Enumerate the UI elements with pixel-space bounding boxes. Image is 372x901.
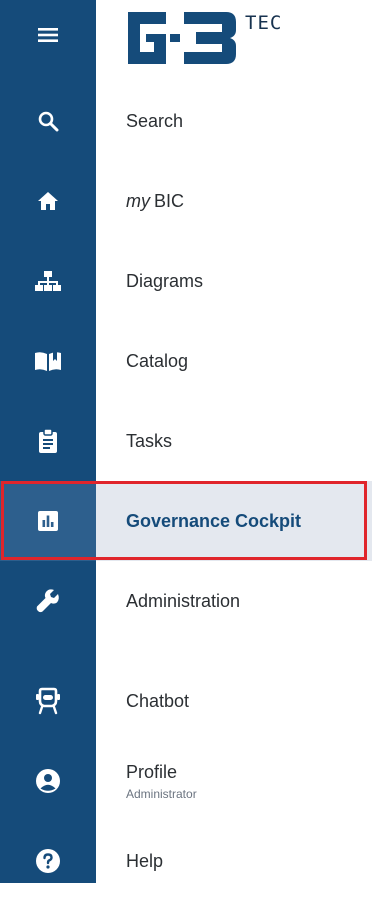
nav-icon-cell	[0, 161, 96, 241]
hamburger-icon	[38, 28, 58, 42]
nav-icon-cell	[0, 321, 96, 401]
brand-text: TEC	[245, 12, 283, 34]
nav-icon-cell	[0, 481, 96, 561]
nav-label: Administration	[126, 590, 241, 611]
nav-icon-cell	[0, 561, 96, 641]
wrench-icon	[36, 589, 59, 613]
nav-label: Tasks	[126, 430, 173, 451]
nav-item-chatbot[interactable]: Chatbot	[0, 661, 372, 741]
nav-label-prefix: my	[126, 190, 150, 211]
nav-icon-cell	[0, 821, 96, 901]
nav-label: Diagrams	[126, 270, 204, 291]
nav-item-search[interactable]: Search	[0, 81, 372, 161]
nav-item-tasks[interactable]: Tasks	[0, 401, 372, 481]
nav-icon-cell	[0, 81, 96, 161]
clipboard-icon	[39, 428, 57, 453]
profile-role: Administrator	[126, 786, 197, 801]
nav-item-help[interactable]: Help	[0, 821, 372, 901]
nav-label: Chatbot	[126, 690, 190, 711]
user-circle-icon	[36, 769, 60, 793]
nav-icon-cell	[0, 401, 96, 481]
nav-label: Governance Cockpit	[126, 510, 302, 531]
hamburger-button[interactable]	[0, 0, 96, 70]
nav-item-profile[interactable]: Profile Administrator	[0, 741, 372, 821]
nav-label: my BIC	[126, 161, 184, 241]
chart-box-icon	[38, 511, 58, 531]
nav-icon-cell	[0, 741, 96, 821]
nav-item-mybic[interactable]: my BIC	[0, 161, 372, 241]
nav-label-main: BIC	[154, 190, 185, 211]
nav-item-catalog[interactable]: Catalog	[0, 321, 372, 401]
nav-label: Search	[126, 110, 184, 131]
profile-name: Profile	[126, 761, 178, 782]
nav-label: Help	[126, 850, 164, 871]
help-circle-icon	[36, 849, 60, 873]
nav-item-diagrams[interactable]: Diagrams	[0, 241, 372, 321]
home-icon	[38, 192, 58, 210]
book-open-icon	[35, 352, 61, 371]
sitemap-icon	[35, 271, 61, 291]
search-icon	[38, 111, 59, 132]
nav-icon-cell	[0, 241, 96, 321]
nav-icon-cell	[0, 661, 96, 741]
nav-label: Catalog	[126, 350, 189, 371]
nav-label: Profile Administrator	[126, 741, 197, 821]
nav-item-administration[interactable]: Administration	[0, 561, 372, 641]
nav-item-governance-cockpit[interactable]: Governance Cockpit	[0, 481, 372, 561]
robot-icon	[36, 687, 60, 715]
